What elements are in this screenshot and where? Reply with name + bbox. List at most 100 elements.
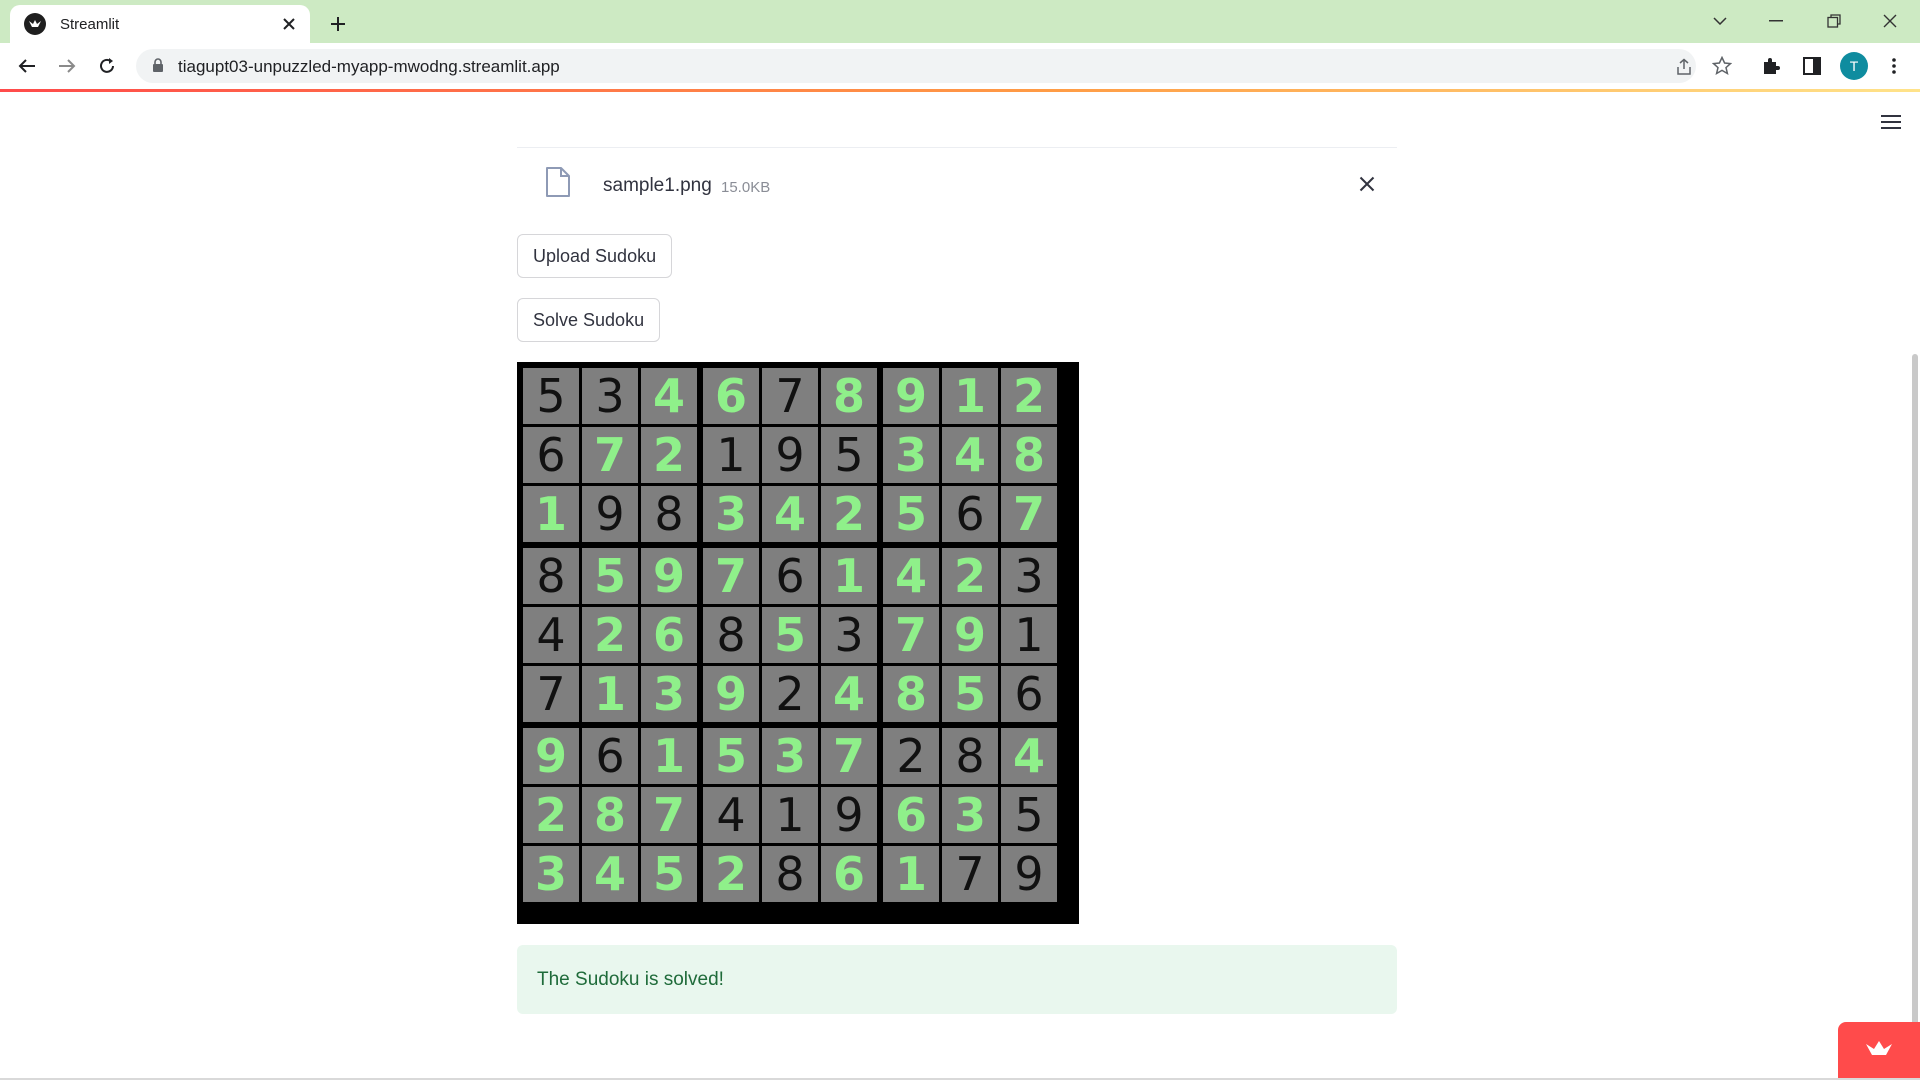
- sudoku-cell: 7: [641, 787, 697, 843]
- sudoku-cell: 8: [1001, 427, 1057, 483]
- forward-arrow-icon[interactable]: [52, 51, 82, 81]
- streamlit-crown-icon: [1864, 1039, 1894, 1064]
- sudoku-grid-image: 5346789126721953481983425678597614234268…: [517, 362, 1079, 924]
- sudoku-cell: 2: [821, 486, 877, 542]
- sudoku-cell: 4: [762, 486, 818, 542]
- sudoku-cell: 9: [1001, 846, 1057, 902]
- sudoku-cell: 8: [523, 548, 579, 604]
- streamlit-badge[interactable]: [1838, 1022, 1920, 1080]
- sudoku-cell: 4: [883, 548, 939, 604]
- sudoku-cell: 9: [641, 548, 697, 604]
- sudoku-cell: 3: [523, 846, 579, 902]
- sudoku-cell: 8: [883, 666, 939, 722]
- sudoku-cell: 8: [762, 846, 818, 902]
- address-bar[interactable]: tiagupt03-unpuzzled-myapp-mwodng.streaml…: [136, 49, 1696, 83]
- upload-sudoku-button[interactable]: Upload Sudoku: [517, 234, 673, 278]
- sudoku-cell: 4: [523, 607, 579, 663]
- sudoku-cell: 1: [821, 548, 877, 604]
- sudoku-cell: 6: [762, 548, 818, 604]
- sudoku-cell: 9: [762, 427, 818, 483]
- success-alert: The Sudoku is solved!: [517, 945, 1397, 1014]
- tab-search-icon[interactable]: [1700, 6, 1740, 36]
- solve-sudoku-button[interactable]: Solve Sudoku: [517, 298, 661, 342]
- browser-tab[interactable]: Streamlit: [10, 5, 310, 43]
- sudoku-cell: 7: [582, 427, 638, 483]
- sudoku-cell: 6: [821, 846, 877, 902]
- sudoku-cell: 2: [883, 728, 939, 784]
- side-panel-icon[interactable]: [1799, 53, 1825, 79]
- share-icon[interactable]: [1672, 55, 1696, 79]
- sudoku-cell: 2: [582, 607, 638, 663]
- sudoku-cell: 1: [703, 427, 759, 483]
- sudoku-cell: 4: [703, 787, 759, 843]
- sudoku-cell: 3: [1001, 548, 1057, 604]
- sudoku-cell: 4: [821, 666, 877, 722]
- sudoku-cell: 6: [582, 728, 638, 784]
- back-arrow-icon[interactable]: [12, 51, 42, 81]
- sudoku-cell: 8: [582, 787, 638, 843]
- browser-tab-strip: Streamlit: [0, 0, 1920, 43]
- sudoku-cell: 7: [703, 548, 759, 604]
- sudoku-cell: 1: [762, 787, 818, 843]
- hamburger-menu-icon[interactable]: [1878, 109, 1904, 135]
- sudoku-cell: 2: [762, 666, 818, 722]
- sudoku-cell: 1: [641, 728, 697, 784]
- sudoku-cell: 5: [821, 427, 877, 483]
- app-main: sample1.png 15.0KB Upload Sudoku Solve S…: [0, 92, 1920, 1080]
- url-text: tiagupt03-unpuzzled-myapp-mwodng.streaml…: [178, 57, 560, 76]
- page-scrollbar[interactable]: [1912, 354, 1918, 1054]
- sudoku-cell: 8: [641, 486, 697, 542]
- sudoku-cell: 4: [582, 846, 638, 902]
- tab-close-icon[interactable]: [278, 13, 300, 35]
- sudoku-cell: 3: [942, 787, 998, 843]
- sudoku-cell: 5: [582, 548, 638, 604]
- sudoku-cell: 1: [942, 368, 998, 424]
- remove-file-close-icon[interactable]: [1353, 170, 1381, 198]
- sudoku-cell: 8: [821, 368, 877, 424]
- sudoku-cell: 8: [703, 607, 759, 663]
- sudoku-cell: 2: [1001, 368, 1057, 424]
- sudoku-cell: 7: [942, 846, 998, 902]
- sudoku-cell: 6: [942, 486, 998, 542]
- sudoku-cell: 5: [523, 368, 579, 424]
- sudoku-cell: 5: [883, 486, 939, 542]
- sudoku-cell: 3: [883, 427, 939, 483]
- sudoku-cell: 7: [1001, 486, 1057, 542]
- sudoku-cell: 3: [703, 486, 759, 542]
- sudoku-cell: 5: [703, 728, 759, 784]
- sudoku-cell: 6: [641, 607, 697, 663]
- sudoku-cell: 3: [821, 607, 877, 663]
- close-window-icon[interactable]: [1870, 6, 1910, 36]
- profile-avatar[interactable]: T: [1840, 52, 1868, 80]
- more-vert-icon[interactable]: [1881, 53, 1907, 79]
- bookmark-star-icon[interactable]: [1710, 54, 1734, 78]
- sudoku-cell: 6: [703, 368, 759, 424]
- sudoku-cell: 3: [582, 368, 638, 424]
- sudoku-cell: 4: [1001, 728, 1057, 784]
- sudoku-cell: 4: [641, 368, 697, 424]
- sudoku-cell: 7: [821, 728, 877, 784]
- sudoku-cell: 2: [942, 548, 998, 604]
- sudoku-cell: 1: [883, 846, 939, 902]
- sudoku-cell: 9: [883, 368, 939, 424]
- sudoku-cell: 6: [1001, 666, 1057, 722]
- sudoku-cell: 5: [942, 666, 998, 722]
- reload-icon[interactable]: [92, 51, 122, 81]
- sudoku-cell: 9: [703, 666, 759, 722]
- sudoku-cell: 7: [762, 368, 818, 424]
- minimize-icon[interactable]: [1756, 6, 1796, 36]
- tab-title: Streamlit: [60, 15, 120, 33]
- file-name: sample1.png: [603, 175, 712, 196]
- sudoku-cell: 2: [523, 787, 579, 843]
- sudoku-cell: 2: [703, 846, 759, 902]
- restore-icon[interactable]: [1814, 6, 1854, 36]
- sudoku-cell: 9: [523, 728, 579, 784]
- sudoku-cell: 5: [1001, 787, 1057, 843]
- new-tab-icon[interactable]: [324, 10, 352, 38]
- success-message: The Sudoku is solved!: [537, 969, 724, 990]
- sudoku-cell: 3: [641, 666, 697, 722]
- lock-icon[interactable]: [152, 58, 164, 78]
- uploaded-file-row: sample1.png 15.0KB: [517, 147, 1397, 221]
- extensions-puzzle-icon[interactable]: [1758, 53, 1784, 79]
- sudoku-cell: 9: [821, 787, 877, 843]
